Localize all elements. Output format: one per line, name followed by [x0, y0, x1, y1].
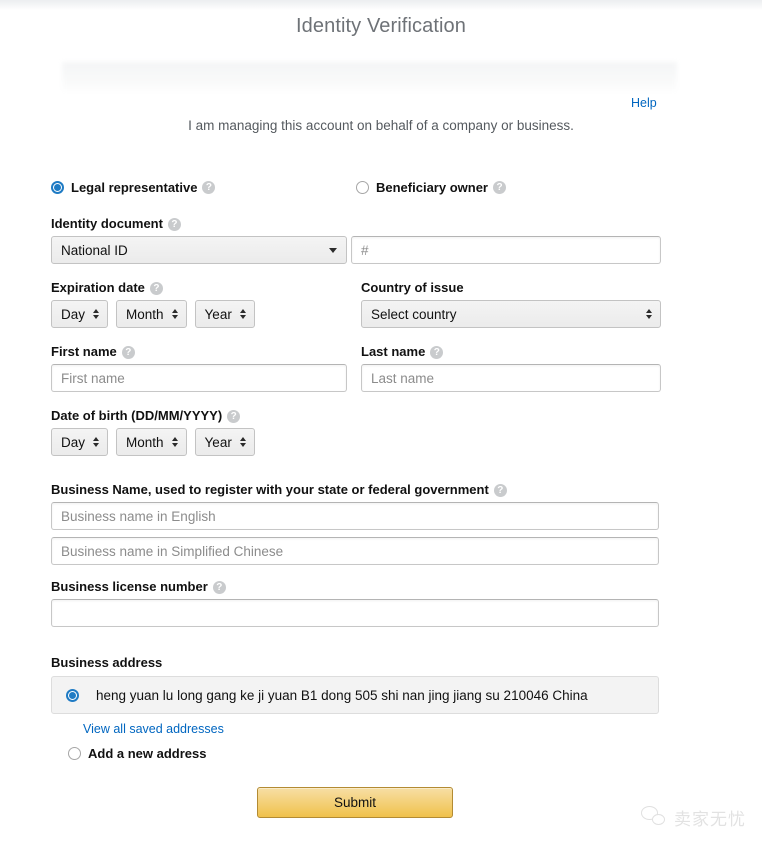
question-mark-icon[interactable]: ?	[202, 180, 216, 194]
page-title: Identity Verification	[296, 15, 466, 37]
up-down-arrows-icon	[171, 437, 178, 447]
business-address-label: Business address	[51, 655, 163, 670]
question-mark-icon[interactable]: ?	[121, 346, 135, 359]
birth-year-value: Year	[204, 434, 232, 450]
radio-add-new-address[interactable]	[68, 747, 81, 760]
question-mark-icon[interactable]: ?	[149, 282, 163, 295]
submit-row: Submit	[51, 787, 659, 818]
last-name-input[interactable]	[361, 364, 661, 392]
identity-document-type-select[interactable]: National ID	[51, 236, 347, 264]
role-radio-group: Legal representative ? Beneficiary owner…	[51, 170, 661, 204]
birth-day-value: Day	[61, 434, 86, 450]
business-license-input[interactable]	[51, 599, 659, 627]
up-down-arrows-icon	[239, 309, 246, 319]
business-name-label-text: Business Name, used to register with you…	[51, 482, 489, 497]
question-mark-icon[interactable]: ?	[493, 484, 507, 497]
business-name-section: Business Name, used to register with you…	[51, 482, 661, 565]
birth-month-select[interactable]: Month	[116, 428, 187, 456]
up-down-arrows-icon	[239, 437, 246, 447]
view-all-saved-addresses-link[interactable]: View all saved addresses	[83, 722, 224, 736]
chevron-down-icon	[329, 247, 337, 253]
up-down-arrows-icon	[93, 309, 100, 319]
question-mark-icon[interactable]: ?	[493, 180, 506, 194]
expiration-day-select[interactable]: Day	[51, 300, 109, 328]
identity-document-number-input[interactable]	[351, 236, 661, 264]
expiration-month-value: Month	[126, 306, 164, 322]
question-mark-icon[interactable]: ?	[227, 410, 241, 423]
expiration-day-value: Day	[61, 306, 86, 322]
radio-legal-representative[interactable]	[51, 180, 64, 194]
country-of-issue-select[interactable]: Select country	[361, 300, 661, 328]
saved-address-text: heng yuan lu long gang ke ji yuan B1 don…	[96, 687, 588, 703]
first-name-label: First name?	[51, 344, 361, 360]
business-license-label: Business license number?	[51, 579, 661, 595]
birth-year-select[interactable]: Year	[194, 428, 255, 456]
last-name-section: Last name?	[361, 344, 661, 392]
date-of-birth-label: Date of birth (DD/MM/YYYY)?	[51, 408, 361, 424]
identity-document-type-value: National ID	[61, 242, 128, 258]
business-name-label: Business Name, used to register with you…	[51, 482, 661, 498]
up-down-arrows-icon	[171, 309, 178, 319]
first-name-input[interactable]	[51, 364, 347, 392]
birth-month-value: Month	[126, 434, 164, 450]
identity-document-label: Identity document?	[51, 216, 661, 232]
name-row: First name? Last name?	[51, 344, 661, 392]
radio-label-legal-representative: Legal representative	[71, 179, 198, 195]
country-of-issue-section: Country of issue Select country	[361, 280, 661, 328]
radio-label-beneficiary-owner: Beneficiary owner	[376, 179, 488, 195]
question-mark-icon[interactable]: ?	[212, 581, 226, 594]
country-of-issue-value: Select country	[371, 306, 457, 322]
radio-saved-address[interactable]	[66, 688, 79, 702]
radio-beneficiary-owner[interactable]	[356, 180, 369, 194]
business-license-section: Business license number?	[51, 579, 661, 627]
business-license-label-text: Business license number	[51, 579, 208, 594]
radio-option-legal-representative[interactable]: Legal representative ?	[51, 180, 356, 195]
expiration-date-label-text: Expiration date	[51, 280, 145, 295]
date-of-birth-section: Date of birth (DD/MM/YYYY)? Day Month Ye…	[51, 408, 661, 456]
business-address-section: Business address heng yuan lu long gang …	[51, 655, 661, 761]
question-mark-icon[interactable]: ?	[430, 346, 444, 359]
expiration-year-select[interactable]: Year	[194, 300, 255, 328]
birth-day-select[interactable]: Day	[51, 428, 109, 456]
first-name-label-text: First name	[51, 344, 117, 359]
top-gradient-strip	[0, 0, 762, 10]
expiration-country-row: Expiration date? Day Month Year Country …	[51, 280, 661, 328]
identity-document-section: Identity document? National ID	[51, 216, 661, 264]
watermark-text: 卖家无忧	[674, 809, 746, 830]
identity-verification-form: Legal representative ? Beneficiary owner…	[51, 170, 661, 818]
add-new-address-option[interactable]: Add a new address	[68, 746, 661, 761]
up-down-arrows-icon	[93, 437, 100, 447]
last-name-label: Last name?	[361, 344, 661, 360]
expiration-year-value: Year	[204, 306, 232, 322]
last-name-label-text: Last name	[361, 344, 426, 359]
saved-address-option[interactable]: heng yuan lu long gang ke ji yuan B1 don…	[51, 676, 659, 714]
expiration-month-select[interactable]: Month	[116, 300, 187, 328]
identity-document-label-text: Identity document	[51, 216, 163, 231]
question-mark-icon[interactable]: ?	[167, 218, 181, 231]
business-name-chinese-input[interactable]	[51, 537, 659, 565]
radio-option-beneficiary-owner[interactable]: Beneficiary owner ?	[356, 180, 506, 195]
first-name-section: First name?	[51, 344, 361, 392]
submit-button[interactable]: Submit	[257, 787, 453, 818]
country-of-issue-label: Country of issue	[361, 280, 464, 295]
intro-text: I am managing this account on behalf of …	[188, 118, 574, 133]
help-link[interactable]: Help	[631, 96, 657, 110]
add-new-address-label: Add a new address	[88, 746, 207, 761]
expiration-date-label: Expiration date?	[51, 280, 361, 296]
expiration-date-section: Expiration date? Day Month Year	[51, 280, 361, 328]
up-down-arrows-icon	[646, 309, 652, 319]
date-of-birth-label-text: Date of birth (DD/MM/YYYY)	[51, 408, 223, 423]
blurred-banner-placeholder	[62, 62, 677, 94]
business-name-english-input[interactable]	[51, 502, 659, 530]
